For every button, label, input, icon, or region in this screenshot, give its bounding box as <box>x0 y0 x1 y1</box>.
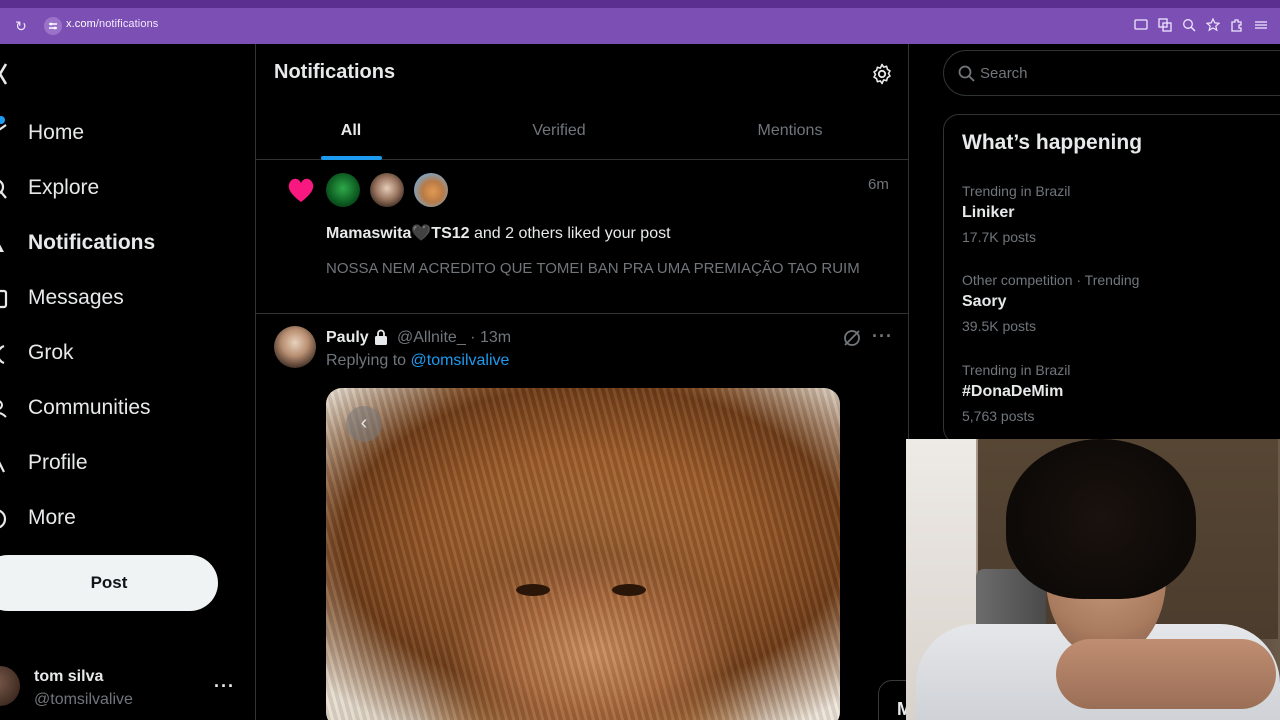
sidebar-item-label: Profile <box>28 451 88 474</box>
extensions-icon[interactable] <box>1230 18 1244 32</box>
notifications-column: Notifications All Verified Mentions 6m M… <box>256 44 909 720</box>
browser-address-bar[interactable]: ↻ x.com/notifications <box>0 8 1280 44</box>
webcam-overlay <box>906 439 1280 720</box>
bookmark-star-icon[interactable] <box>1206 18 1220 32</box>
reload-icon[interactable]: ↻ <box>12 17 30 35</box>
grok-icon <box>0 344 5 365</box>
search-icon <box>958 65 975 82</box>
tab-all[interactable]: All <box>256 108 446 160</box>
sidebar-item-label: More <box>28 506 76 529</box>
person-icon <box>0 461 5 473</box>
whats-happening-panel: What’s happening Trending in Brazil Lini… <box>943 114 1280 444</box>
trend-name: Liniker <box>962 204 1015 221</box>
replying-to-link[interactable]: @tomsilvalive <box>411 352 510 369</box>
liker-name[interactable]: Mamaswita🖤TS12 <box>326 225 470 242</box>
account-switcher[interactable]: tom silva @tomsilvalive ··· <box>0 656 250 720</box>
image-detail <box>516 584 550 596</box>
trend-count: 39.5K posts <box>962 318 1036 334</box>
image-texture <box>326 388 840 720</box>
account-name: tom silva <box>34 668 104 685</box>
site-settings-icon[interactable] <box>44 17 62 35</box>
webcam-person <box>1056 639 1276 709</box>
sidebar-item-label: Explore <box>28 176 100 199</box>
trend-count: 17.7K posts <box>962 229 1036 245</box>
avatar[interactable] <box>274 326 316 368</box>
explore-icon <box>0 179 7 199</box>
sidebar-item-label: Notifications <box>28 231 156 254</box>
envelope-icon <box>0 289 8 309</box>
grok-icon[interactable] <box>842 328 862 348</box>
post-more-icon[interactable]: ··· <box>872 326 893 347</box>
avatar[interactable] <box>414 173 448 207</box>
sidebar-item-messages[interactable]: Messages <box>0 279 230 319</box>
sidebar-item-more[interactable]: More <box>0 499 230 539</box>
notification-time: 6m <box>868 176 889 193</box>
sidebar-item-notifications[interactable]: Notifications <box>0 224 230 264</box>
zoom-icon[interactable] <box>1182 18 1196 32</box>
previous-image-button[interactable]: ‹ <box>346 406 382 442</box>
x-logo-icon[interactable] <box>0 60 8 88</box>
sidebar-item-label: Messages <box>28 286 124 309</box>
gear-icon[interactable] <box>870 62 894 86</box>
trend-item[interactable]: Trending in Brazil #DonaDeMim 5,763 post… <box>962 362 1280 442</box>
account-more-icon[interactable]: ··· <box>214 676 235 697</box>
notification-tabs: All Verified Mentions <box>256 108 908 160</box>
trend-count: 5,763 posts <box>962 408 1035 424</box>
more-circle-icon <box>0 509 7 529</box>
liked-post-text: NOSSA NEM ACREDITO QUE TOMEI BAN PRA UMA… <box>326 260 860 277</box>
sidebar-item-home[interactable]: Home <box>0 114 230 154</box>
trend-name: #DonaDeMim <box>962 383 1064 400</box>
sidebar-item-profile[interactable]: Profile <box>0 444 230 484</box>
lock-icon <box>375 329 387 345</box>
post-image[interactable]: ‹ <box>326 388 840 720</box>
trend-item[interactable]: Other competition · Trending Saory 39.5K… <box>962 272 1280 352</box>
sidebar-item-label: Home <box>28 121 85 144</box>
trend-item[interactable]: Trending in Brazil Liniker 17.7K posts <box>962 183 1280 263</box>
left-sidebar: Home Explore Notifications Messages Grok… <box>0 44 256 720</box>
trends-title: What’s happening <box>962 131 1143 154</box>
notification-summary: Mamaswita🖤TS12 and 2 others liked your p… <box>326 223 671 243</box>
search-placeholder: Search <box>980 65 1028 82</box>
trend-name: Saory <box>962 293 1007 310</box>
post-button[interactable]: Post <box>0 555 218 611</box>
avatar[interactable] <box>370 173 404 207</box>
url-text[interactable]: x.com/notifications <box>66 18 158 30</box>
tab-mentions[interactable]: Mentions <box>686 108 894 160</box>
author-name[interactable]: Pauly <box>326 329 369 347</box>
browser-tab-strip <box>0 0 1280 8</box>
trend-context: Trending in Brazil <box>962 362 1071 378</box>
avatar[interactable] <box>326 173 360 207</box>
trend-context: Other competition · Trending <box>962 272 1140 288</box>
tab-verified[interactable]: Verified <box>456 108 662 160</box>
heart-icon <box>288 178 314 202</box>
communities-icon <box>0 400 7 418</box>
author-handle-time: @Allnite_ · 13m <box>397 329 512 346</box>
account-handle: @tomsilvalive <box>34 691 133 708</box>
bell-icon <box>0 244 4 252</box>
sidebar-item-explore[interactable]: Explore <box>0 169 230 209</box>
home-icon <box>0 124 7 131</box>
webcam-person <box>1006 439 1196 599</box>
sidebar-item-communities[interactable]: Communities <box>0 389 230 429</box>
search-input[interactable]: Search <box>943 50 1280 96</box>
menu-icon[interactable] <box>1254 18 1268 32</box>
like-notification[interactable]: 6m Mamaswita🖤TS12 and 2 others liked you… <box>256 160 908 314</box>
sidebar-item-label: Grok <box>28 341 74 364</box>
replying-to: Replying to @tomsilvalive <box>326 352 510 369</box>
translate-icon[interactable] <box>1158 18 1172 32</box>
image-detail <box>612 584 646 596</box>
page-title: Notifications <box>274 61 396 83</box>
reply-post[interactable]: Pauly @Allnite_ · 13m Replying to @tomsi… <box>256 314 908 720</box>
cast-icon[interactable] <box>1134 18 1148 32</box>
notification-action: and 2 others liked your post <box>469 225 671 242</box>
sidebar-item-label: Communities <box>28 396 151 419</box>
trend-context: Trending in Brazil <box>962 183 1071 199</box>
avatar <box>0 666 20 706</box>
sidebar-item-grok[interactable]: Grok <box>0 334 230 374</box>
